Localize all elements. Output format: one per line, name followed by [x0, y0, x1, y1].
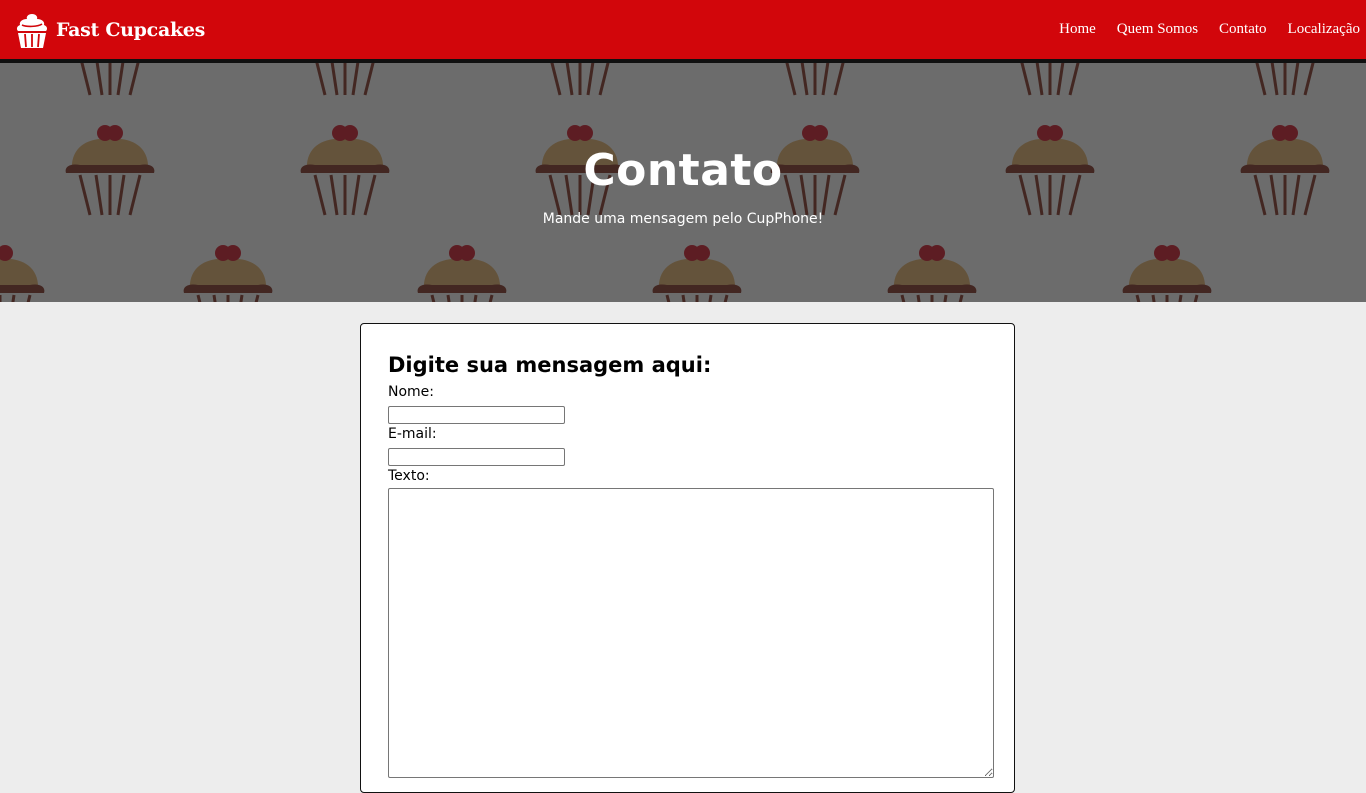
email-field[interactable] — [388, 448, 565, 466]
page-title: Contato — [583, 145, 783, 196]
brand-name: Fast Cupcakes — [56, 19, 206, 41]
nav-links: Home Quem Somos Contato Localização — [1038, 0, 1360, 59]
contact-form-card: Digite sua mensagem aqui: Nome: E-mail: … — [360, 323, 1015, 793]
nav-link-quem-somos[interactable]: Quem Somos — [1117, 21, 1198, 38]
name-field[interactable] — [388, 406, 565, 424]
message-textarea[interactable] — [388, 488, 994, 778]
page-subtitle: Mande uma mensagem pelo CupPhone! — [542, 211, 824, 227]
nav-link-contato[interactable]: Contato — [1219, 21, 1267, 38]
form-heading: Digite sua mensagem aqui: — [388, 353, 712, 377]
hero-banner: Contato Mande uma mensagem pelo CupPhone… — [0, 63, 1366, 302]
nav-link-home[interactable]: Home — [1059, 21, 1096, 38]
brand[interactable]: Fast Cupcakes — [14, 10, 205, 50]
text-label: Texto: — [388, 468, 430, 484]
email-label: E-mail: — [388, 426, 437, 442]
nav-link-localizacao[interactable]: Localização — [1288, 21, 1360, 38]
cupcake-icon — [16, 14, 48, 48]
navbar: Fast Cupcakes Home Quem Somos Contato Lo… — [0, 0, 1366, 63]
name-label: Nome: — [388, 384, 435, 400]
